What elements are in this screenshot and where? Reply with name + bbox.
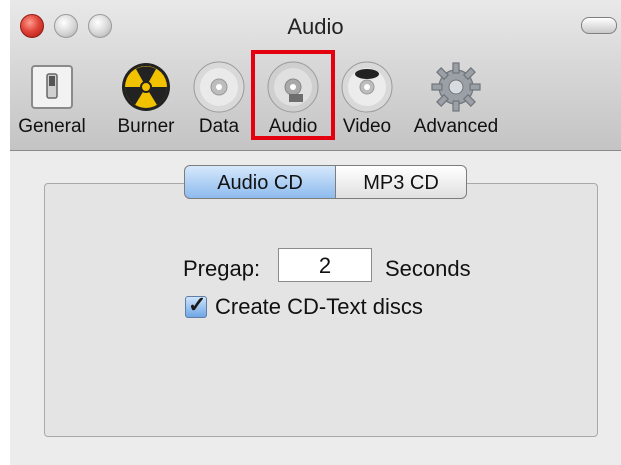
toolbar-toggle-button[interactable] xyxy=(581,17,617,34)
toolbar-item-burner[interactable]: Burner xyxy=(104,56,188,140)
cdtext-label: Create CD-Text discs xyxy=(215,294,423,319)
window-title: Audio xyxy=(287,14,344,39)
cdtext-checkbox[interactable]: ✓ xyxy=(185,292,207,318)
pregap-input[interactable]: 2 xyxy=(278,248,372,282)
toolbar-item-advanced[interactable]: Advanced xyxy=(400,56,512,140)
tab-bar: Audio CD MP3 CD xyxy=(184,165,467,199)
checkmark-icon: ✓ xyxy=(188,292,207,317)
toolbar-label: Data xyxy=(198,116,240,137)
tab-audio-cd[interactable]: Audio CD xyxy=(184,165,336,199)
toolbar-label: Advanced xyxy=(413,116,499,137)
seconds-label: Seconds xyxy=(385,256,471,281)
selected-item-highlight xyxy=(251,50,335,140)
data-disc-icon xyxy=(193,61,245,113)
toolbar-item-video[interactable]: Video xyxy=(334,56,400,140)
toolbar-item-general[interactable]: General xyxy=(10,56,94,140)
toolbar-label: Video xyxy=(342,116,392,137)
radiation-icon xyxy=(122,63,170,111)
preferences-window: Audio General Burner Data Audio Video Ad… xyxy=(10,0,621,465)
dvd-disc-icon xyxy=(341,61,393,113)
tab-mp3-cd[interactable]: MP3 CD xyxy=(336,165,467,199)
switch-icon xyxy=(31,65,73,109)
titlebar: Audio General Burner Data Audio Video Ad… xyxy=(10,0,621,151)
toolbar-label: General xyxy=(18,116,86,137)
gear-icon xyxy=(431,62,481,112)
pregap-label: Pregap: xyxy=(183,256,261,281)
toolbar-label: Burner xyxy=(117,116,175,137)
toolbar-item-data[interactable]: Data xyxy=(188,56,250,140)
